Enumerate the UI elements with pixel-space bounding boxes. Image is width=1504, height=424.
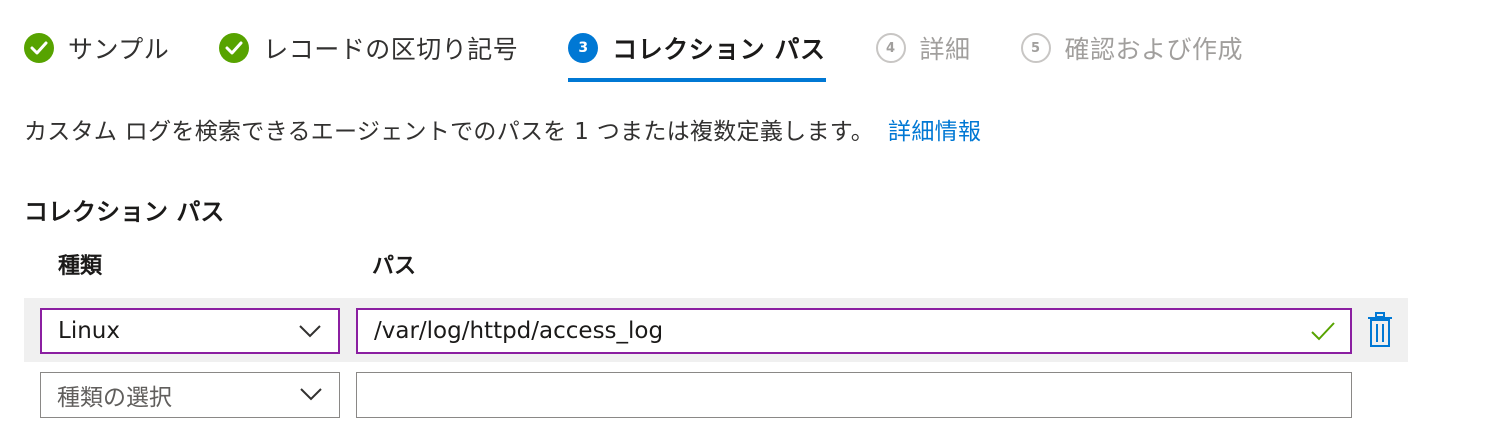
type-dropdown[interactable]: Linux: [40, 308, 340, 354]
step-label: コレクション パス: [612, 35, 826, 64]
step-label: 詳細: [919, 35, 971, 64]
wizard-steps: サンプル レコードの区切り記号 3 コレクション パス 4 詳細 5 確認および…: [24, 28, 1293, 82]
chevron-down-icon: [300, 388, 322, 401]
type-dropdown-value: Linux: [58, 318, 120, 344]
path-input-empty[interactable]: [356, 372, 1352, 418]
step-label: 確認および作成: [1064, 35, 1244, 64]
type-dropdown-placeholder: 種類の選択: [57, 385, 172, 411]
learn-more-link[interactable]: 詳細情報: [888, 119, 981, 145]
column-header-type: 種類: [58, 254, 103, 279]
column-header-path: パス: [372, 254, 417, 279]
chevron-down-icon: [299, 325, 321, 338]
check-circle-icon: [24, 33, 54, 63]
step-number-badge: 3: [568, 33, 599, 63]
step-number-badge: 4: [875, 33, 906, 63]
step-details[interactable]: 4 詳細: [875, 28, 971, 68]
step-review-create[interactable]: 5 確認および作成: [1020, 28, 1244, 68]
step-number-badge: 5: [1020, 33, 1051, 63]
check-circle-icon: [219, 33, 250, 63]
step-collection-path[interactable]: 3 コレクション パス: [568, 28, 826, 82]
trash-icon[interactable]: [1366, 312, 1394, 348]
step-label: サンプル: [68, 35, 170, 64]
section-title: コレクション パス: [24, 198, 225, 226]
description: カスタム ログを検索できるエージェントでのパスを 1 つまたは複数定義します。詳…: [24, 112, 981, 146]
description-text: カスタム ログを検索できるエージェントでのパスを 1 つまたは複数定義します。: [24, 119, 875, 145]
step-record-delimiter[interactable]: レコードの区切り記号: [219, 28, 518, 68]
path-input-value: /var/log/httpd/access_log: [374, 318, 664, 344]
type-select-dropdown[interactable]: 種類の選択: [40, 372, 340, 418]
step-sample[interactable]: サンプル: [24, 28, 169, 68]
step-label: レコードの区切り記号: [263, 35, 519, 64]
path-input[interactable]: /var/log/httpd/access_log: [356, 308, 1352, 354]
valid-check-icon: [1311, 322, 1335, 341]
active-step-underline: [568, 78, 826, 82]
